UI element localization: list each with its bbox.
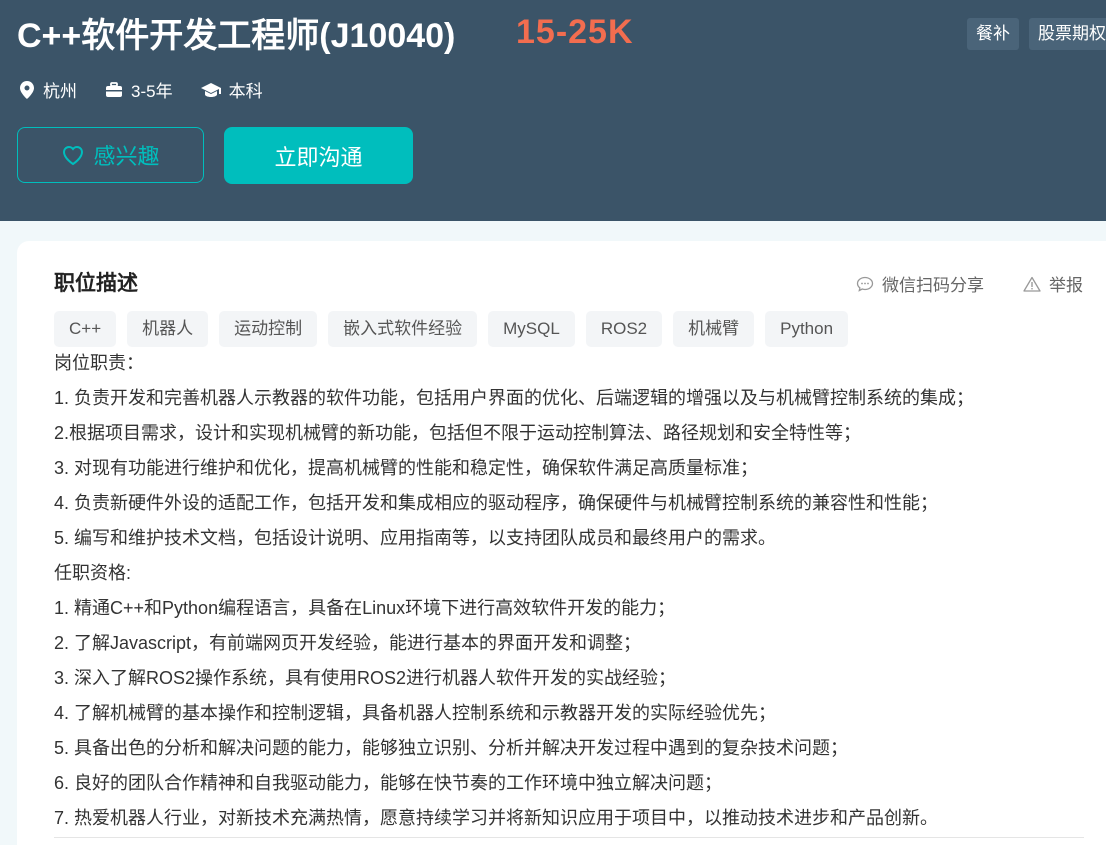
description-line: 5. 编写和维护技术文档，包括设计说明、应用指南等，以支持团队成员和最终用户的需… — [54, 528, 777, 548]
skill-tag: 机械臂 — [673, 311, 755, 347]
description-line: 2. 了解Javascript，有前端网页开发经验，能进行基本的界面开发和调整； — [54, 633, 642, 653]
job-title: C++软件开发工程师(J10040) — [17, 17, 456, 55]
description-line: 6. 良好的团队合作精神和自我驱动能力，能够在快节奏的工作环境中独立解决问题； — [54, 773, 723, 793]
benefit-tags: 餐补 股票期权 — [967, 18, 1106, 50]
chat-now-button[interactable]: 立即沟通 — [224, 127, 413, 184]
share-label: 微信扫码分享 — [882, 276, 984, 295]
divider — [54, 837, 1084, 838]
description-line: 4. 负责新硬件外设的适配工作，包括开发和集成相应的驱动程序，确保硬件与机械臂控… — [54, 493, 939, 513]
description-line: 任职资格: — [54, 563, 132, 583]
meta-experience: 3-5年 — [105, 77, 173, 102]
report-label: 举报 — [1049, 276, 1083, 295]
job-description-text: 岗位职责： 1. 负责开发和完善机器人示教器的软件功能，包括用户界面的优化、后端… — [54, 346, 1106, 836]
skill-tags: C++ 机器人 运动控制 嵌入式软件经验 MySQL ROS2 机械臂 Pyth… — [54, 311, 849, 347]
description-line: 4. 了解机械臂的基本操作和控制逻辑，具备机器人控制系统和示教器开发的实际经验优… — [54, 703, 777, 723]
city-text: 杭州 — [43, 82, 77, 101]
description-line: 3. 深入了解ROS2操作系统，具有使用ROS2进行机器人软件开发的实战经验； — [54, 668, 677, 688]
description-line: 7. 热爱机器人行业，对新技术充满热情，愿意持续学习并将新知识应用于项目中，以推… — [54, 808, 939, 828]
description-line: 1. 精通C++和Python编程语言，具备在Linux环境下进行高效软件开发的… — [54, 598, 676, 618]
skill-tag: MySQL — [488, 311, 575, 347]
description-line: 3. 对现有功能进行维护和优化，提高机械臂的性能和稳定性，确保软件满足高质量标准… — [54, 458, 759, 478]
report-link[interactable]: 举报 — [1023, 271, 1083, 296]
skill-tag: ROS2 — [585, 311, 663, 347]
job-header: C++软件开发工程师(J10040) 15-25K 餐补 股票期权 杭州 3-5… — [0, 0, 1106, 221]
skill-tag: 嵌入式软件经验 — [328, 311, 478, 347]
interest-label: 感兴趣 — [93, 144, 160, 169]
description-line: 岗位职责： — [54, 353, 144, 373]
skill-tag: Python — [765, 311, 849, 347]
graduation-cap-icon — [200, 82, 221, 97]
wechat-share-link[interactable]: 微信扫码分享 — [856, 271, 984, 296]
skill-tag: C++ — [54, 311, 117, 347]
degree-text: 本科 — [228, 82, 263, 101]
meta-city: 杭州 — [19, 77, 77, 102]
benefit-tag: 餐补 — [967, 18, 1019, 50]
description-line: 1. 负责开发和完善机器人示教器的软件功能，包括用户界面的优化、后端逻辑的增强以… — [54, 388, 975, 408]
briefcase-icon — [106, 81, 122, 97]
heart-icon — [63, 146, 84, 166]
location-icon — [20, 80, 34, 99]
experience-text: 3-5年 — [131, 82, 173, 101]
job-description-card: 职位描述 微信扫码分享 举报 C++ 机器人 运动控制 嵌入式软件经验 MySQ… — [17, 241, 1106, 845]
description-line: 2.根据项目需求，设计和实现机械臂的新功能，包括但不限于运动控制算法、路径规划和… — [54, 423, 862, 443]
chat-bubble-icon — [856, 276, 874, 292]
salary: 15-25K — [516, 13, 634, 51]
skill-tag: 运动控制 — [219, 311, 318, 347]
section-title: 职位描述 — [54, 272, 138, 295]
skill-tag: 机器人 — [127, 311, 209, 347]
meta-degree: 本科 — [200, 77, 263, 102]
job-meta: 杭州 3-5年 本科 — [19, 77, 291, 102]
interest-button[interactable]: 感兴趣 — [17, 127, 204, 183]
description-line: 5. 具备出色的分析和解决问题的能力，能够独立识别、分析并解决开发过程中遇到的复… — [54, 738, 849, 758]
benefit-tag: 股票期权 — [1029, 18, 1106, 50]
warning-icon — [1023, 276, 1041, 292]
